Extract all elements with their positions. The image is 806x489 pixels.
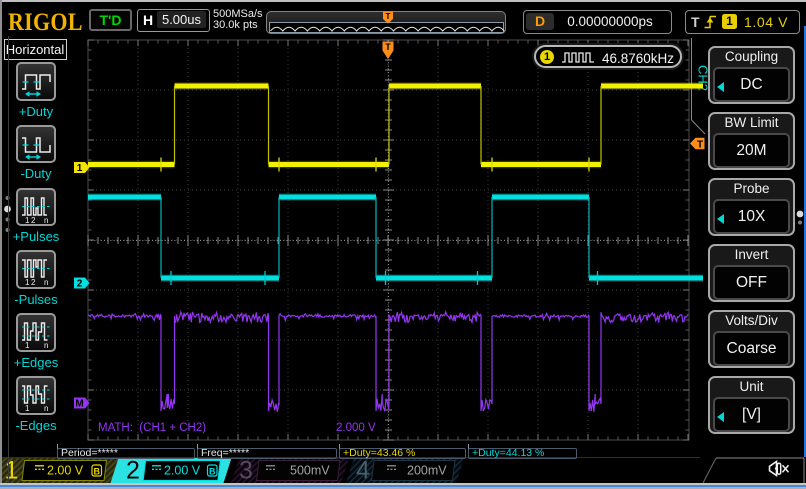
svg-text:M: M <box>75 399 83 410</box>
svg-text:2: 2 <box>126 457 140 485</box>
svg-text:500mV: 500mV <box>290 464 330 478</box>
svg-text:2.00 V: 2.00 V <box>47 464 84 478</box>
svg-text:2: 2 <box>31 216 36 224</box>
svg-text:n: n <box>44 278 48 286</box>
svg-text:T: T <box>386 12 391 21</box>
svg-text:4: 4 <box>356 457 370 485</box>
svg-text:1: 1 <box>25 404 30 412</box>
svg-text:3: 3 <box>239 457 253 485</box>
svg-text:1: 1 <box>25 341 30 349</box>
svg-text:T: T <box>385 42 391 52</box>
svg-text:B: B <box>209 466 216 476</box>
svg-text:2: 2 <box>77 279 83 290</box>
svg-text:B: B <box>93 466 100 476</box>
svg-text:1: 1 <box>25 216 30 224</box>
svg-text:T: T <box>697 139 703 150</box>
svg-text:n: n <box>44 216 48 224</box>
svg-text:n: n <box>44 341 48 349</box>
svg-text:1: 1 <box>77 163 83 174</box>
svg-text:n: n <box>44 404 48 412</box>
svg-text:200mV: 200mV <box>407 464 447 478</box>
svg-text:1: 1 <box>25 278 30 286</box>
svg-text:2.00 V: 2.00 V <box>164 464 201 478</box>
svg-text:2: 2 <box>31 278 36 286</box>
